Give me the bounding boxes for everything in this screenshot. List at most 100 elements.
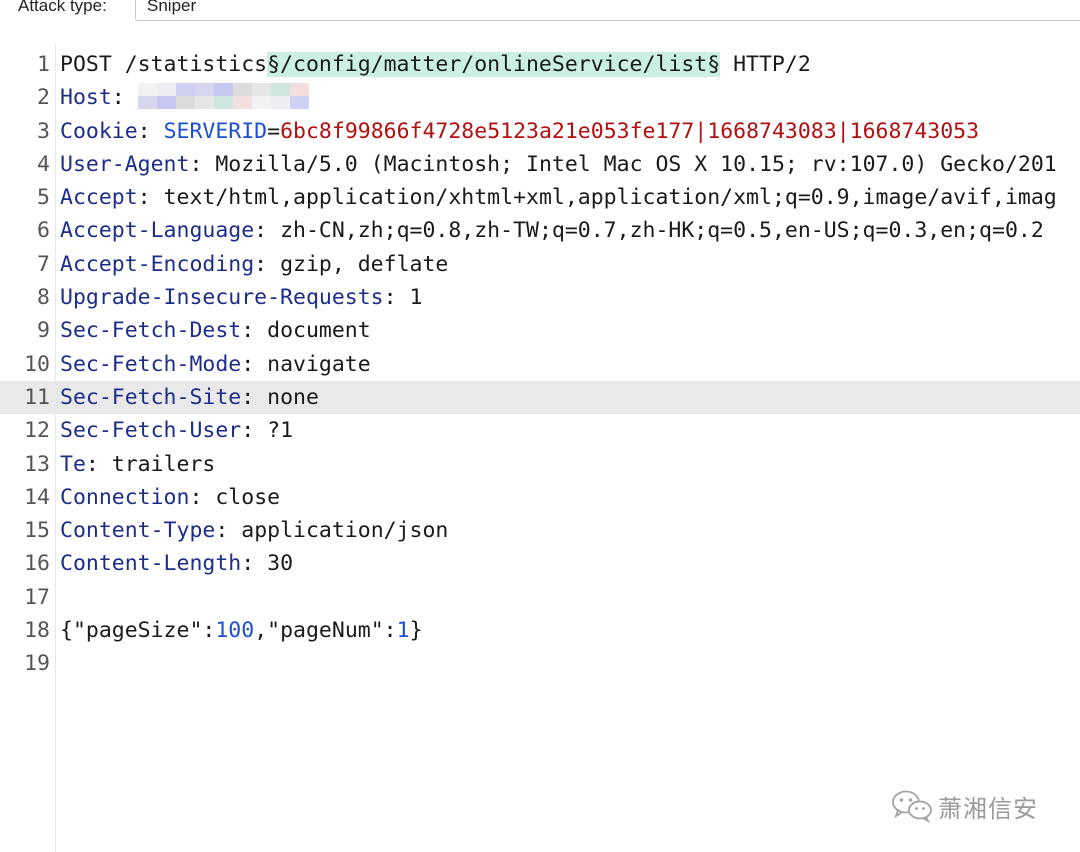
line-number: 17 — [24, 584, 50, 610]
header-sep: : — [241, 351, 255, 377]
json-colon: : — [383, 618, 397, 644]
editor-line-current[interactable]: 11 Sec-Fetch-Site: none — [0, 380, 1080, 415]
header-value: document — [267, 318, 371, 344]
request-body: {"pageSize":100,"pageNum":1} — [60, 614, 423, 647]
header-value: navigate — [267, 351, 371, 377]
redaction-block — [137, 83, 157, 97]
header-key: Sec-Fetch-Dest — [60, 318, 242, 344]
json-key: "pageSize" — [72, 618, 203, 644]
header-key: Upgrade-Insecure-Requests — [60, 285, 384, 311]
editor-line[interactable]: 9 Sec-Fetch-Dest: document — [0, 314, 1080, 347]
header-value: trailers — [111, 451, 216, 477]
redaction-block — [289, 83, 309, 97]
redaction-block — [232, 96, 252, 110]
editor-line[interactable]: 6 Accept-Language: zh-CN,zh;q=0.8,zh-TW;… — [0, 214, 1080, 247]
watermark: 萧湘信安 — [890, 788, 1038, 824]
redaction-block — [156, 83, 176, 97]
header-line: Accept-Encoding: gzip, deflate — [60, 248, 448, 281]
redaction-block — [251, 96, 271, 110]
redaction-block — [270, 96, 290, 110]
cookie-name: SERVERID — [163, 118, 268, 144]
editor-line[interactable]: 5 Accept: text/html,application/xhtml+xm… — [0, 181, 1080, 214]
header-line: Connection: close — [60, 481, 280, 514]
editor-line[interactable]: 4 User-Agent: Mozilla/5.0 (Macintosh; In… — [0, 148, 1080, 181]
cookie-value: 6bc8f99866f4728e5123a21e053fe177|1668743… — [280, 118, 980, 144]
editor-line[interactable]: 19 — [0, 647, 1080, 680]
header-sep: : — [254, 251, 268, 277]
header-host: Host: — [60, 81, 309, 114]
editor-line[interactable]: 18 {"pageSize":100,"pageNum":1} — [0, 614, 1080, 647]
attack-type-label: Attack type: — [18, 0, 107, 15]
line-number: 3 — [37, 118, 50, 144]
redaction-block — [289, 96, 309, 110]
editor-line[interactable]: 8 Upgrade-Insecure-Requests: 1 — [0, 281, 1080, 314]
line-number: 19 — [24, 651, 50, 677]
payload-marker[interactable]: §/config/matter/onlineService/list§ — [267, 52, 721, 77]
protocol: HTTP/2 — [720, 52, 811, 77]
editor-line[interactable]: 1 POST /statistics§/config/matter/online… — [0, 48, 1080, 81]
header-value: ?1 — [267, 418, 294, 444]
redaction-block — [194, 96, 214, 110]
line-number: 6 — [37, 218, 50, 244]
header-line: Accept: text/html,application/xhtml+xml,… — [60, 181, 1057, 214]
redaction-block — [194, 83, 214, 97]
json-brace: { — [60, 618, 73, 644]
line-number: 11 — [24, 384, 50, 410]
header-sep: : — [254, 218, 268, 244]
attack-type-value: Sniper — [147, 0, 197, 15]
redaction-block — [251, 83, 271, 97]
line-number: 8 — [37, 285, 50, 311]
header-sep: : — [137, 118, 151, 144]
editor-line[interactable]: 7 Accept-Encoding: gzip, deflate — [0, 248, 1080, 281]
line-number: 1 — [37, 52, 50, 77]
line-number: 15 — [24, 518, 50, 544]
line-number: 10 — [24, 351, 50, 377]
editor-line[interactable]: 15 Content-Type: application/json — [0, 514, 1080, 547]
attack-type-select[interactable]: Sniper — [135, 0, 1080, 21]
header-line: Accept-Language: zh-CN,zh;q=0.8,zh-TW;q=… — [60, 214, 1044, 247]
header-value: none — [267, 384, 319, 410]
line-number: 12 — [24, 418, 50, 444]
redaction-block — [175, 96, 195, 110]
json-number: 100 — [215, 618, 255, 644]
editor-line[interactable]: 16 Content-Length: 30 — [0, 547, 1080, 580]
header-sep: : — [241, 418, 255, 444]
header-key: Sec-Fetch-Site — [60, 384, 242, 410]
header-line: Sec-Fetch-User: ?1 — [60, 414, 293, 447]
editor-line[interactable]: 10 Sec-Fetch-Mode: navigate — [0, 348, 1080, 381]
header-sep: : — [241, 551, 255, 577]
line-number: 7 — [37, 251, 50, 277]
header-key: Content-Length — [60, 551, 242, 577]
editor-line[interactable]: 13 Te: trailers — [0, 448, 1080, 481]
line-number: 9 — [37, 318, 50, 344]
request-editor[interactable]: 1 POST /statistics§/config/matter/online… — [0, 48, 1080, 681]
redaction-block — [232, 83, 252, 97]
header-key: Cookie — [60, 118, 138, 144]
header-value: text/html,application/xhtml+xml,applicat… — [163, 185, 1057, 211]
editor-line[interactable]: 14 Connection: close — [0, 481, 1080, 514]
header-line: Content-Length: 30 — [60, 547, 293, 580]
editor-line[interactable]: 3 Cookie: SERVERID=6bc8f99866f4728e5123a… — [0, 115, 1080, 148]
editor-line[interactable]: 2 Host: — [0, 81, 1080, 114]
editor-line[interactable]: 17 — [0, 581, 1080, 614]
editor-line[interactable]: 12 Sec-Fetch-User: ?1 — [0, 414, 1080, 447]
header-key: Accept — [60, 185, 138, 211]
watermark-text: 萧湘信安 — [938, 794, 1038, 823]
wechat-icon — [892, 790, 932, 823]
json-colon: : — [202, 618, 216, 644]
header-sep: : — [215, 518, 229, 544]
header-value: Mozilla/5.0 (Macintosh; Intel Mac OS X 1… — [215, 151, 1057, 177]
header-key: Content-Type — [60, 518, 216, 544]
header-sep: : — [383, 285, 397, 311]
line-number: 13 — [24, 451, 50, 477]
header-value: application/json — [241, 518, 449, 544]
redaction-block — [175, 83, 195, 97]
line-number: 14 — [24, 484, 50, 510]
header-line: Sec-Fetch-Site: none — [60, 381, 319, 414]
line-number: 18 — [24, 618, 50, 644]
header-line: Content-Type: application/json — [60, 514, 448, 547]
header-key: Te — [60, 451, 86, 477]
line-number: 16 — [24, 551, 50, 577]
redacted-host-value — [137, 83, 309, 110]
header-value: zh-CN,zh;q=0.8,zh-TW;q=0.7,zh-HK;q=0.5,e… — [280, 218, 1044, 244]
